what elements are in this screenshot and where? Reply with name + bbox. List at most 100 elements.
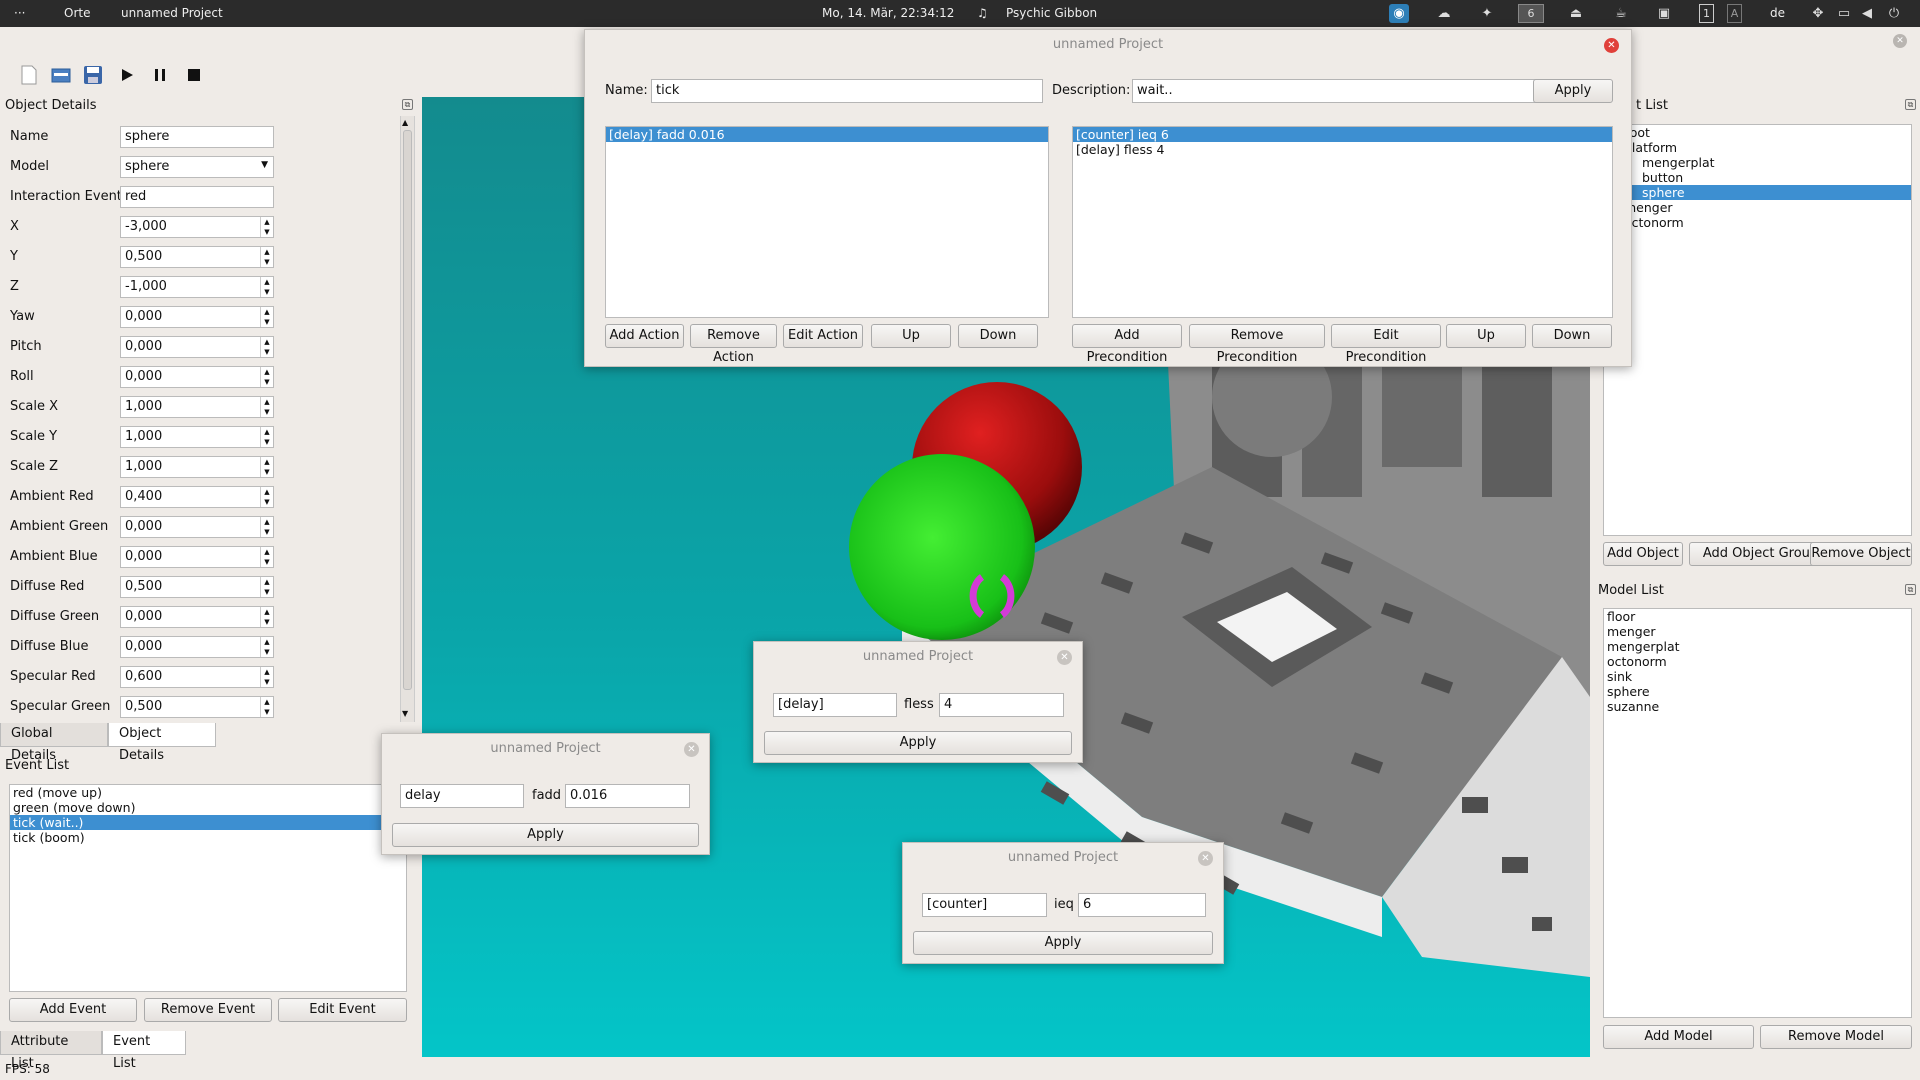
number-spinbox[interactable]: 1,000 ▲ ▼	[120, 426, 274, 448]
number-spinbox[interactable]: 0,000 ▲ ▼	[120, 606, 274, 628]
apply-button[interactable]: Apply	[764, 731, 1072, 755]
number-spinbox[interactable]: 0,000 ▲ ▼	[120, 366, 274, 388]
tab-attribute-list[interactable]: Attribute List	[0, 1031, 102, 1071]
spin-arrows-icon[interactable]: ▲ ▼	[260, 457, 273, 477]
number-spinbox[interactable]: 0,000 ▲ ▼	[120, 546, 274, 568]
precondition-button-4[interactable]: Down	[1532, 324, 1612, 348]
number-spinbox[interactable]: 1,000 ▲ ▼	[120, 456, 274, 478]
spin-arrows-icon[interactable]: ▲ ▼	[260, 697, 273, 717]
dock-float-icon-2[interactable]: ⧉	[1905, 99, 1916, 110]
precondition-list-item[interactable]: [counter] ieq 6	[1073, 127, 1612, 142]
number-spinbox[interactable]: -3,000 ▲ ▼	[120, 216, 274, 238]
value-input[interactable]: 4	[939, 693, 1064, 717]
spotify-icon[interactable]: ◉	[1389, 4, 1409, 23]
number-spinbox[interactable]: 0,500 ▲ ▼	[120, 576, 274, 598]
stop-icon[interactable]	[183, 64, 205, 86]
power-icon[interactable]: ⏻	[1884, 4, 1904, 23]
spin-arrows-icon[interactable]: ▲ ▼	[260, 607, 273, 627]
active-app-title[interactable]: unnamed Project	[121, 6, 223, 20]
remove-event-button[interactable]: Remove Event	[144, 998, 272, 1022]
action-button-1[interactable]: Remove Action	[690, 324, 777, 365]
model-combobox[interactable]: sphere ▼	[120, 156, 274, 178]
precondition-button-2[interactable]: Edit Precondition	[1331, 324, 1441, 365]
remove-model-button[interactable]: Remove Model	[1760, 1025, 1912, 1049]
apply-button[interactable]: Apply	[392, 823, 699, 847]
add-model-button[interactable]: Add Model	[1603, 1025, 1754, 1049]
details-scrollbar[interactable]: ▲ ▼	[400, 116, 414, 722]
spin-arrows-icon[interactable]: ▲ ▼	[260, 337, 273, 357]
number-spinbox[interactable]: 0,500 ▲ ▼	[120, 696, 274, 718]
places-menu[interactable]: Orte	[64, 6, 90, 20]
scroll-down-icon[interactable]: ▼	[402, 709, 408, 718]
tree-item[interactable]: neRoot	[1604, 125, 1911, 140]
text-field[interactable]: sphere	[120, 126, 274, 148]
close-icon[interactable]: ✕	[684, 742, 699, 757]
spin-arrows-icon[interactable]: ▲ ▼	[260, 217, 273, 237]
scroll-thumb[interactable]	[403, 130, 412, 690]
precondition-list[interactable]: [counter] ieq 6 [delay] fless 4	[1072, 126, 1613, 318]
number-spinbox[interactable]: 0,000 ▲ ▼	[120, 516, 274, 538]
play-icon[interactable]	[116, 64, 138, 86]
number-spinbox[interactable]: 0,000 ▲ ▼	[120, 306, 274, 328]
clipboard-icon[interactable]: ▣	[1654, 4, 1674, 23]
precondition-button-1[interactable]: Remove Precondition	[1189, 324, 1325, 365]
event-list-item[interactable]: red (move up)	[10, 785, 406, 800]
eject-icon[interactable]: ⏏	[1566, 4, 1586, 23]
apply-button[interactable]: Apply	[1533, 79, 1613, 103]
apply-button[interactable]: Apply	[913, 931, 1213, 955]
event-list-item[interactable]: tick (boom)	[10, 830, 406, 845]
number-spinbox[interactable]: 0,000 ▲ ▼	[120, 336, 274, 358]
variable-input[interactable]: [delay]	[773, 693, 897, 717]
action-button-3[interactable]: Up	[871, 324, 951, 348]
close-icon[interactable]: ✕	[1057, 650, 1072, 665]
number-spinbox[interactable]: 0,400 ▲ ▼	[120, 486, 274, 508]
object-tree[interactable]: neRootplatformmengerplatbuttonspheremeng…	[1603, 124, 1912, 536]
tree-item[interactable]: button	[1604, 170, 1911, 185]
cloud-icon[interactable]: ☁	[1434, 4, 1454, 23]
model-list-item[interactable]: mengerplat	[1604, 639, 1911, 654]
tree-item[interactable]: sphere	[1604, 185, 1911, 200]
close-icon[interactable]: ✕	[1198, 851, 1213, 866]
activities-menu[interactable]: ···	[14, 6, 25, 20]
spin-arrows-icon[interactable]: ▲ ▼	[260, 487, 273, 507]
action-list-item[interactable]: [delay] fadd 0.016	[606, 127, 1048, 142]
tab-global-details[interactable]: Global Details	[0, 723, 108, 763]
tree-item[interactable]: platform	[1604, 140, 1911, 155]
variable-input[interactable]: [counter]	[922, 893, 1047, 917]
number-spinbox[interactable]: 0,000 ▲ ▼	[120, 636, 274, 658]
volume-icon[interactable]: ◀	[1857, 4, 1877, 23]
description-input[interactable]: wait..	[1132, 79, 1537, 103]
number-spinbox[interactable]: 1,000 ▲ ▼	[120, 396, 274, 418]
coffee-icon[interactable]: ☕	[1611, 4, 1631, 23]
spin-arrows-icon[interactable]: ▲ ▼	[260, 397, 273, 417]
music-note-icon[interactable]: ♫	[977, 6, 988, 20]
name-input[interactable]: tick	[651, 79, 1043, 103]
tree-item[interactable]: octonorm	[1604, 215, 1911, 230]
tree-item[interactable]: mengerplat	[1604, 155, 1911, 170]
text-field[interactable]: red	[120, 186, 274, 208]
model-list-item[interactable]: octonorm	[1604, 654, 1911, 669]
spin-arrows-icon[interactable]: ▲ ▼	[260, 517, 273, 537]
number-spinbox[interactable]: 0,500 ▲ ▼	[120, 246, 274, 268]
close-icon[interactable]: ✕	[1604, 38, 1619, 53]
window-close-icon[interactable]: ✕	[1893, 34, 1907, 48]
spin-arrows-icon[interactable]: ▲ ▼	[260, 427, 273, 447]
new-file-icon[interactable]	[18, 64, 40, 86]
number-spinbox[interactable]: 0,600 ▲ ▼	[120, 666, 274, 688]
spin-arrows-icon[interactable]: ▲ ▼	[260, 577, 273, 597]
open-folder-icon[interactable]	[50, 64, 72, 86]
model-list-item[interactable]: sphere	[1604, 684, 1911, 699]
action-button-4[interactable]: Down	[958, 324, 1038, 348]
add-object-button[interactable]: Add Object	[1603, 542, 1683, 566]
model-list-item[interactable]: suzanne	[1604, 699, 1911, 714]
action-button-2[interactable]: Edit Action	[783, 324, 863, 348]
pause-icon[interactable]	[149, 64, 171, 86]
spin-arrows-icon[interactable]: ▲ ▼	[260, 277, 273, 297]
network-icon[interactable]: ✥	[1808, 4, 1828, 23]
edit-event-button[interactable]: Edit Event	[278, 998, 407, 1022]
remove-object-button[interactable]: Remove Object	[1810, 542, 1912, 566]
lightbulb-icon[interactable]: ✦	[1477, 4, 1497, 23]
keyboard-layout[interactable]: de	[1770, 6, 1785, 20]
add-event-button[interactable]: Add Event	[9, 998, 137, 1022]
value-input[interactable]: 6	[1078, 893, 1206, 917]
